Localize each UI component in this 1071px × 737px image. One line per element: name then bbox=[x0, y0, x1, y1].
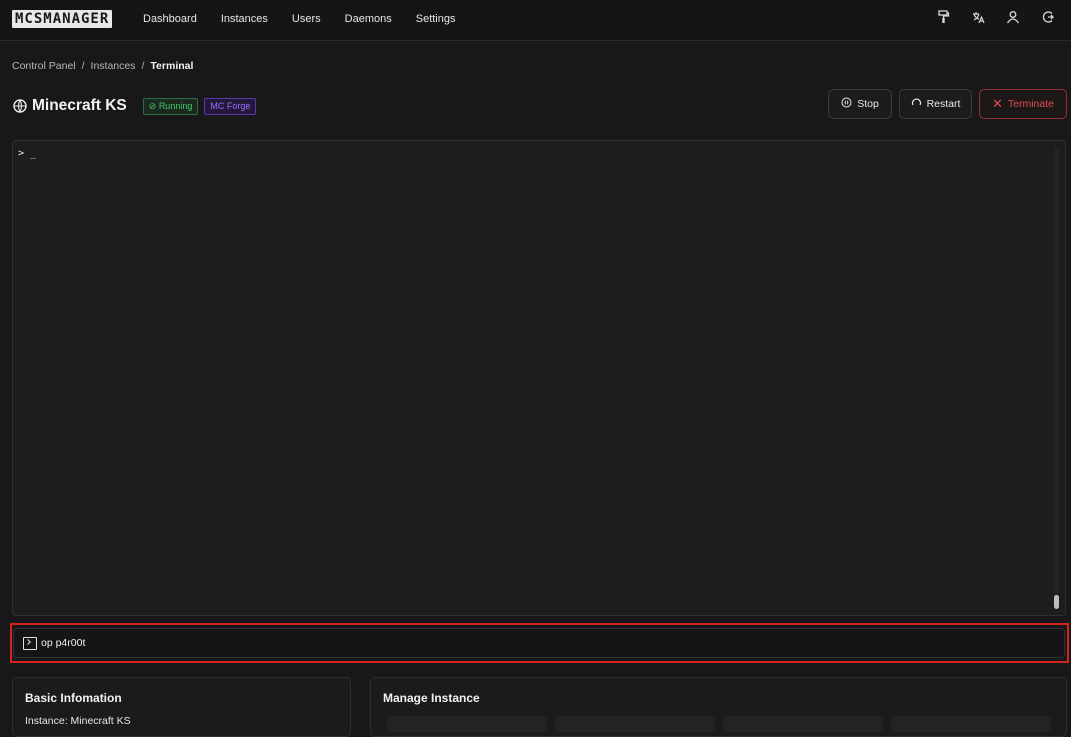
restart-icon bbox=[911, 97, 922, 111]
instance-header: Minecraft KS ⊘ Running MC Forge bbox=[12, 95, 262, 117]
main-nav: Dashboard Instances Users Daemons Settin… bbox=[143, 12, 479, 26]
command-input-value: op p4r00t bbox=[41, 637, 86, 649]
page-title: Minecraft KS bbox=[32, 97, 127, 114]
stop-label: Stop bbox=[857, 98, 879, 110]
terminate-label: Terminate bbox=[1007, 98, 1054, 110]
basic-info-card: Basic Infomation Instance: Minecraft KS bbox=[12, 677, 351, 737]
nav-users[interactable]: Users bbox=[292, 12, 321, 26]
instance-actions: Stop Restart ✕ Terminate bbox=[821, 89, 1067, 119]
paint-brush-icon[interactable] bbox=[934, 10, 952, 28]
breadcrumb-instances[interactable]: Instances bbox=[91, 60, 136, 72]
nav-instances[interactable]: Instances bbox=[221, 12, 268, 26]
terminal-scrollbar[interactable] bbox=[1054, 147, 1059, 609]
cloud-server-icon bbox=[12, 98, 28, 114]
status-badge-label: Running bbox=[158, 100, 193, 111]
command-input[interactable]: op p4r00t bbox=[13, 628, 1065, 658]
pause-circle-icon bbox=[841, 97, 852, 111]
manage-instance-card: Manage Instance bbox=[370, 677, 1067, 737]
breadcrumb-separator: / bbox=[81, 60, 85, 72]
top-nav-bar: MCSMANAGER Dashboard Instances Users Dae… bbox=[0, 0, 1071, 41]
manage-tile[interactable] bbox=[387, 716, 547, 732]
manage-tiles bbox=[387, 716, 1059, 732]
breadcrumb-current: Terminal bbox=[150, 60, 194, 72]
terminate-button[interactable]: ✕ Terminate bbox=[979, 89, 1067, 119]
user-icon[interactable] bbox=[1004, 10, 1022, 28]
manage-tile[interactable] bbox=[723, 716, 883, 732]
manage-instance-title: Manage Instance bbox=[383, 691, 480, 705]
check-circle-icon: ⊘ bbox=[148, 100, 157, 111]
restart-button[interactable]: Restart bbox=[899, 89, 972, 119]
nav-settings[interactable]: Settings bbox=[416, 12, 456, 26]
basic-info-title: Basic Infomation bbox=[25, 691, 122, 705]
stop-button[interactable]: Stop bbox=[828, 89, 892, 119]
manage-tile[interactable] bbox=[555, 716, 715, 732]
nav-daemons[interactable]: Daemons bbox=[345, 12, 392, 26]
manage-tile[interactable] bbox=[891, 716, 1051, 732]
terminal-output[interactable]: > _ bbox=[12, 140, 1066, 616]
terminal-icon bbox=[23, 636, 37, 650]
breadcrumb-separator: / bbox=[141, 60, 145, 72]
language-icon[interactable] bbox=[969, 10, 987, 28]
terminal-prompt: > _ bbox=[18, 148, 37, 159]
instance-name-line: Instance: Minecraft KS bbox=[25, 715, 131, 727]
restart-label: Restart bbox=[926, 98, 961, 110]
nav-dashboard[interactable]: Dashboard bbox=[143, 12, 197, 26]
nav-icon-group bbox=[917, 10, 1057, 28]
terminal-scrollbar-thumb[interactable] bbox=[1054, 595, 1059, 609]
close-icon: ✕ bbox=[991, 96, 1003, 111]
breadcrumb: Control Panel / Instances / Terminal bbox=[12, 60, 193, 72]
app-logo[interactable]: MCSMANAGER bbox=[12, 10, 113, 28]
breadcrumb-control-panel[interactable]: Control Panel bbox=[12, 60, 76, 72]
logout-icon[interactable] bbox=[1039, 10, 1057, 28]
type-badge: MC Forge bbox=[204, 97, 257, 115]
status-badge: ⊘ Running bbox=[142, 97, 199, 115]
